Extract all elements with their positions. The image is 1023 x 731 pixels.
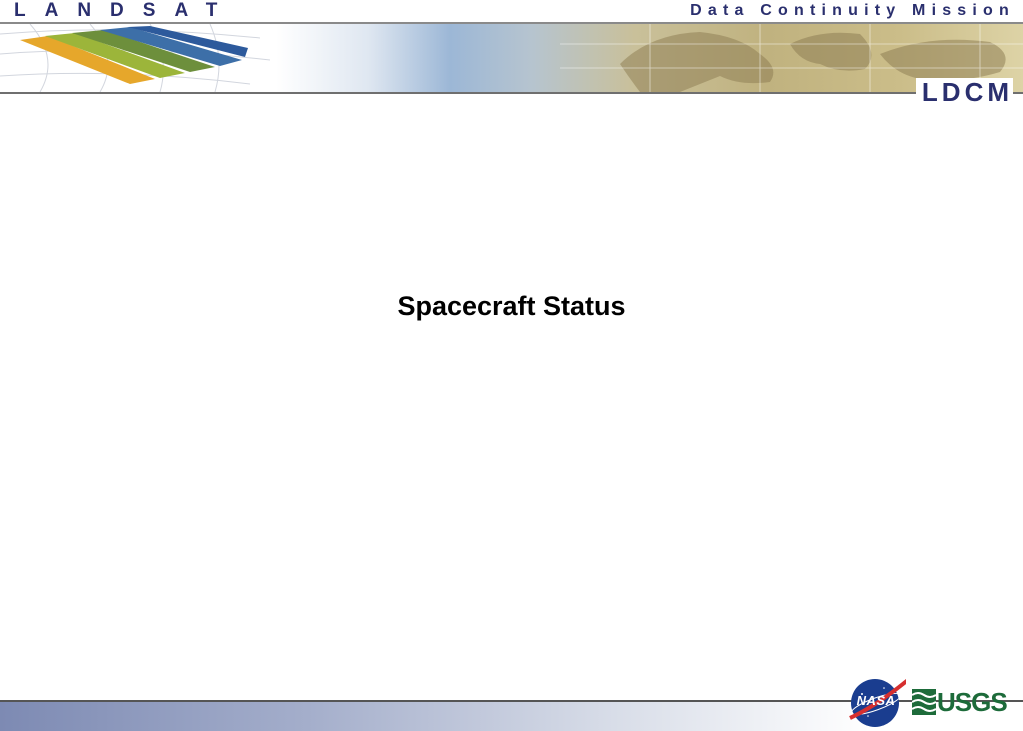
slide: LANDSAT Data Continuity Mission LDCM Spa… [0,0,1023,731]
top-header-bar: LANDSAT Data Continuity Mission [0,0,1023,22]
nasa-logo-text: NASA [856,693,896,708]
usgs-logo: USGS [912,686,1008,718]
usgs-logo-text: USGS [937,687,1008,717]
landsat-wordmark: LANDSAT [14,0,237,21]
ldcm-logo: LDCM [915,78,1013,106]
banner-artwork [0,24,1023,92]
usgs-wave-icon [912,689,936,715]
banner-divider [0,92,1023,94]
slide-title: Spacecraft Status [397,291,626,321]
mission-name: Data Continuity Mission [690,2,1015,19]
header-banner [0,24,1023,92]
nasa-logo: NASA [846,676,910,728]
